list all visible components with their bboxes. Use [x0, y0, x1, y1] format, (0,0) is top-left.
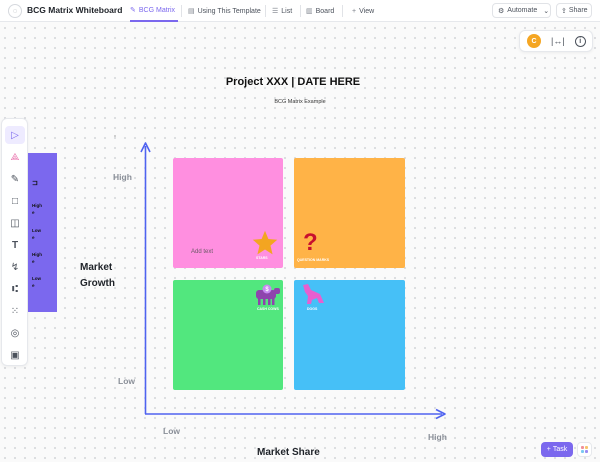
task-label: Task [552, 446, 568, 453]
question-marks-quadrant[interactable]: ? QUESTION MARKS [294, 158, 405, 268]
stars-caption: STARS [256, 256, 268, 260]
x-axis-title[interactable]: Market Share [257, 447, 320, 458]
apps-grid-button[interactable] [577, 442, 592, 457]
dog-icon [303, 284, 324, 304]
cow-icon: $ [256, 284, 280, 305]
apps-grid-icon [581, 446, 588, 453]
x-axis-low-label[interactable]: Low [163, 426, 180, 436]
cash-cows-quadrant[interactable]: $ CASH COWS [173, 280, 283, 390]
dogs-quadrant[interactable]: DOGS [294, 280, 405, 390]
cash-cows-caption: CASH COWS [257, 307, 279, 311]
y-axis-title[interactable]: Market Growth [80, 260, 115, 292]
y-axis-high-label[interactable]: High [113, 172, 132, 182]
dogs-caption: DOGS [307, 307, 318, 311]
star-icon [252, 230, 278, 255]
stars-quadrant[interactable]: STARS [173, 158, 283, 268]
plus-icon: + [546, 446, 551, 453]
question-mark-icon: ? [303, 229, 318, 256]
add-text-placeholder[interactable]: Add text [191, 249, 213, 255]
question-marks-caption: QUESTION MARKS [297, 258, 330, 262]
add-task-button[interactable]: + Task [541, 442, 573, 457]
y-axis-low-label[interactable]: Low [118, 376, 135, 386]
x-axis-high-label[interactable]: High [428, 432, 447, 442]
